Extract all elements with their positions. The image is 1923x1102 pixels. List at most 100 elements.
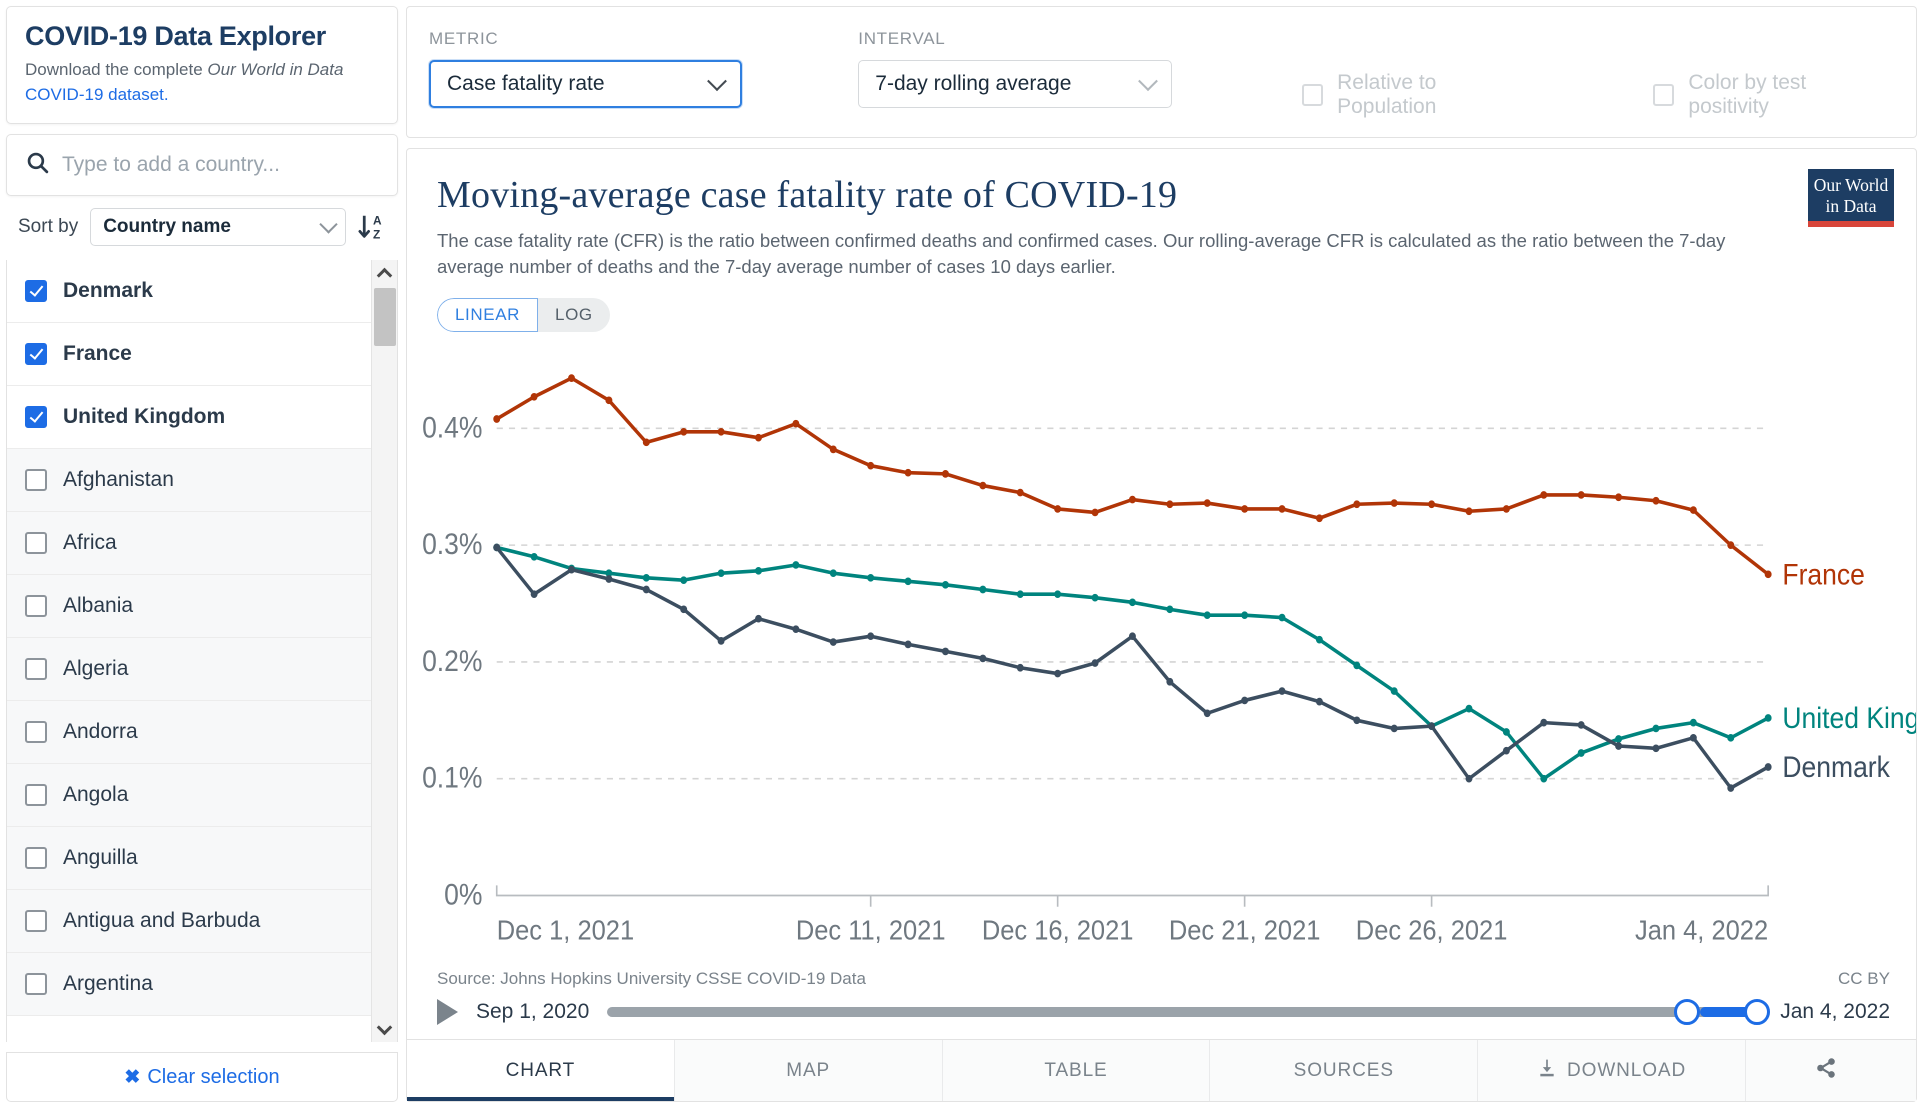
- country-list-item[interactable]: Denmark: [7, 260, 397, 324]
- interval-select[interactable]: 7-day rolling average: [858, 60, 1172, 108]
- country-list-item[interactable]: Anguilla: [7, 827, 397, 891]
- series-france[interactable]: France: [493, 374, 1865, 592]
- dataset-link[interactable]: COVID-19 dataset.: [25, 85, 169, 104]
- y-axis-tick-label: 0%: [444, 879, 482, 912]
- metric-control: METRIC Case fatality rate: [429, 29, 743, 108]
- country-checkbox[interactable]: [25, 721, 47, 744]
- country-name-label: Antigua and Barbuda: [63, 909, 261, 933]
- country-list-item[interactable]: Andorra: [7, 701, 397, 765]
- country-list-item[interactable]: Antigua and Barbuda: [7, 890, 397, 954]
- country-name-label: Argentina: [63, 972, 153, 996]
- scroll-up-button[interactable]: [372, 260, 398, 286]
- scroll-down-button[interactable]: [372, 1016, 398, 1042]
- tab-label: TABLE: [1044, 1059, 1108, 1081]
- tab-table[interactable]: TABLE: [942, 1040, 1211, 1101]
- tab-map[interactable]: MAP: [674, 1040, 943, 1101]
- country-checkbox[interactable]: [25, 973, 47, 996]
- country-list-item[interactable]: Albania: [7, 575, 397, 639]
- country-search-box[interactable]: [6, 134, 398, 197]
- y-axis-tick-label: 0.3%: [422, 528, 482, 561]
- share-icon: [1815, 1057, 1837, 1085]
- color-by-test-positivity-checkbox[interactable]: Color by test positivity: [1652, 71, 1888, 119]
- country-list-item[interactable]: Africa: [7, 512, 397, 576]
- country-checkbox[interactable]: [25, 406, 47, 429]
- scale-log-button[interactable]: LOG: [538, 298, 610, 333]
- timeline-handle-start[interactable]: [1674, 999, 1701, 1025]
- country-checkbox[interactable]: [25, 280, 47, 303]
- series-label-united-kingdom[interactable]: United Kingdom: [1782, 702, 1916, 735]
- country-checkbox[interactable]: [25, 469, 47, 492]
- x-axis-tick-label: Dec 26, 2021: [1356, 915, 1508, 946]
- timeline-track[interactable]: [607, 999, 1771, 1025]
- x-axis-line: [495, 885, 1769, 897]
- sort-by-label: Sort by: [18, 216, 79, 238]
- country-name-label: Angola: [63, 783, 129, 807]
- relative-to-population-label: Relative to Population: [1337, 71, 1437, 118]
- svg-text:A: A: [373, 214, 382, 228]
- relative-to-population-checkbox[interactable]: Relative to Population: [1301, 71, 1537, 119]
- country-list-item[interactable]: Afghanistan: [7, 449, 397, 513]
- download-icon: [1537, 1058, 1557, 1084]
- country-list-item[interactable]: Algeria: [7, 638, 397, 702]
- country-list-item[interactable]: United Kingdom: [7, 386, 397, 450]
- x-axis-tick-label: Dec 11, 2021: [796, 915, 946, 946]
- country-list[interactable]: Denmark France United Kingdom Afghanistan Af…: [7, 260, 397, 1042]
- y-axis-tick-label: 0.2%: [422, 645, 482, 678]
- chart-footer: Source: Johns Hopkins University CSSE CO…: [407, 969, 1916, 989]
- owid-logo-bar: [1808, 221, 1894, 228]
- timeline-control[interactable]: Sep 1, 2020 Jan 4, 2022: [407, 989, 1916, 1039]
- country-name-label: Africa: [63, 531, 117, 555]
- interval-value: 7-day rolling average: [875, 72, 1072, 95]
- chart-title: Moving-average case fatality rate of COV…: [437, 174, 1178, 216]
- country-checkbox[interactable]: [25, 343, 47, 366]
- country-list-item[interactable]: Argentina: [7, 953, 397, 1017]
- country-checkbox[interactable]: [25, 784, 47, 807]
- tab-share[interactable]: [1745, 1040, 1916, 1101]
- plot-area[interactable]: 0% 0.1% 0.2% 0.3% 0.4% Dec 1, 2021 Dec 11, 202…: [407, 338, 1916, 969]
- series-label-france[interactable]: France: [1782, 559, 1864, 592]
- metric-select[interactable]: Case fatality rate: [429, 60, 743, 108]
- tab-bar[interactable]: CHART MAP TABLE SOURCES DOWNLOAD: [407, 1039, 1916, 1101]
- checkbox-icon: [1652, 84, 1675, 106]
- scale-linear-button[interactable]: LINEAR: [437, 298, 539, 333]
- series-united-kingdom[interactable]: United Kingdom: [493, 543, 1916, 783]
- line-chart-svg[interactable]: 0% 0.1% 0.2% 0.3% 0.4% Dec 1, 2021 Dec 11, 202…: [407, 338, 1916, 969]
- sort-direction-button[interactable]: A Z: [358, 212, 394, 242]
- chart-license[interactable]: CC BY: [1838, 969, 1890, 989]
- interval-label: INTERVAL: [858, 29, 946, 48]
- play-icon[interactable]: [437, 999, 458, 1025]
- tab-download[interactable]: DOWNLOAD: [1478, 1040, 1746, 1101]
- country-list-scrollbar[interactable]: [371, 260, 397, 1042]
- close-x-icon: ✖: [124, 1066, 141, 1088]
- timeline-end-date: Jan 4, 2022: [1780, 1000, 1890, 1023]
- country-name-label: United Kingdom: [63, 405, 226, 429]
- series-denmark[interactable]: Denmark: [493, 543, 1890, 793]
- x-axis-tick-label: Dec 21, 2021: [1169, 915, 1321, 946]
- owid-logo-line2: in Data: [1825, 195, 1877, 216]
- chevron-down-icon: [319, 215, 338, 234]
- chart-card: Moving-average case fatality rate of COV…: [406, 148, 1917, 1102]
- search-input[interactable]: [62, 153, 379, 178]
- country-checkbox[interactable]: [25, 910, 47, 933]
- timeline-handle-end[interactable]: [1744, 999, 1771, 1025]
- tab-sources[interactable]: SOURCES: [1210, 1040, 1479, 1101]
- country-checkbox[interactable]: [25, 595, 47, 618]
- series-label-denmark[interactable]: Denmark: [1782, 751, 1889, 784]
- country-list-item[interactable]: Angola: [7, 764, 397, 828]
- country-name-label: Afghanistan: [63, 468, 174, 492]
- explorer-header: COVID-19 Data Explorer Download the comp…: [6, 6, 398, 125]
- sort-by-select[interactable]: Country name: [90, 208, 346, 247]
- scrollbar-thumb[interactable]: [374, 288, 396, 347]
- country-list-item[interactable]: France: [7, 323, 397, 387]
- clear-selection-button[interactable]: ✖ Clear selection: [6, 1052, 398, 1102]
- owid-logo-line1: Our World: [1813, 175, 1889, 195]
- chart-source: Source: Johns Hopkins University CSSE CO…: [437, 969, 866, 988]
- tab-label: DOWNLOAD: [1567, 1059, 1687, 1081]
- country-checkbox[interactable]: [25, 847, 47, 870]
- country-checkbox[interactable]: [25, 658, 47, 681]
- y-axis-tick-label: 0.1%: [422, 762, 482, 795]
- country-checkbox[interactable]: [25, 532, 47, 555]
- scale-toggle[interactable]: LINEAR LOG: [437, 298, 610, 333]
- owid-logo[interactable]: Our World in Data: [1808, 169, 1894, 228]
- tab-chart[interactable]: CHART: [407, 1040, 675, 1101]
